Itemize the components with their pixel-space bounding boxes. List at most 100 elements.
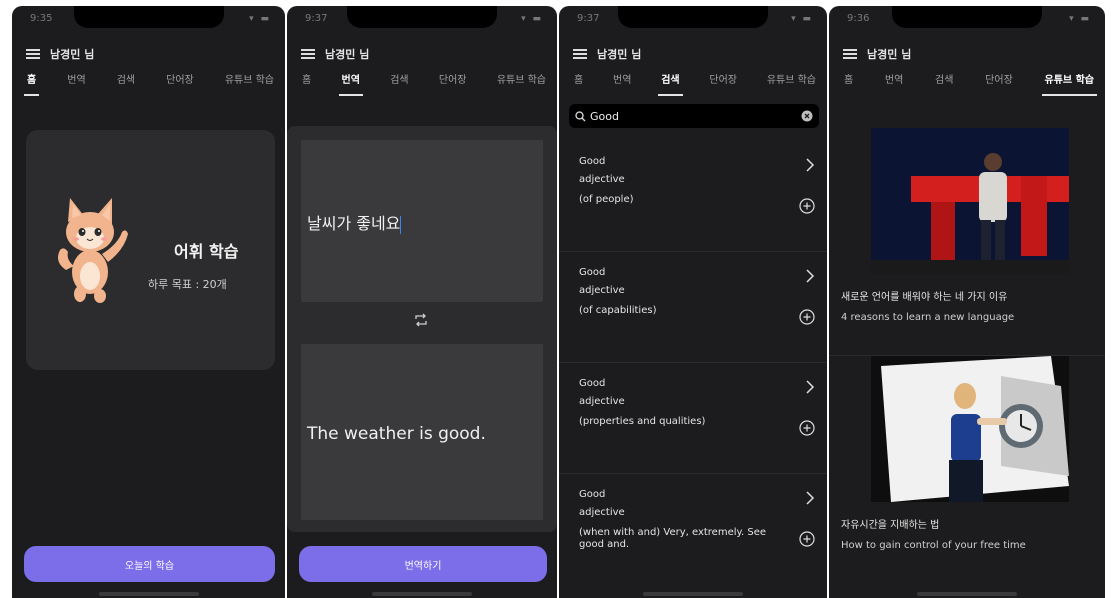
tab-home[interactable]: 홈: [299, 74, 314, 96]
translate-screen: 9:37 ▾ ▬ 남경민 님 홈 번역 검색 단어장 유튜브 학습 날씨가 좋네…: [287, 6, 557, 598]
chevron-right-icon[interactable]: [805, 269, 815, 283]
tab-youtube[interactable]: 유튜브 학습: [494, 74, 549, 96]
search-result-item[interactable]: Good adjective (of capabilities): [559, 253, 827, 363]
menu-icon[interactable]: [301, 49, 315, 59]
video-card[interactable]: 새로운 언어를 배워야 하는 네 가지 이유 4 reasons to lear…: [829, 128, 1105, 356]
tab-home[interactable]: 홈: [571, 74, 586, 96]
video-thumbnail[interactable]: [871, 128, 1069, 274]
tab-search[interactable]: 검색: [387, 74, 411, 96]
result-word: Good: [579, 378, 606, 389]
home-indicator: [643, 592, 743, 596]
search-screen: 9:37 ▾ ▬ 남경민 님 홈 번역 검색 단어장 유튜브 학습 Good G…: [559, 6, 827, 598]
result-part-of-speech: adjective: [579, 285, 625, 296]
add-word-icon[interactable]: [799, 531, 815, 547]
source-text: 날씨가 좋네요: [307, 214, 402, 234]
status-time: 9:37: [305, 13, 328, 24]
tab-translate[interactable]: 번역: [610, 74, 634, 96]
user-name: 남경민 님: [597, 48, 642, 61]
status-icons: ▾ ▬: [521, 14, 543, 24]
status-time: 9:37: [577, 13, 600, 24]
text-cursor: [400, 215, 402, 234]
menu-icon[interactable]: [26, 49, 40, 59]
result-definition: (of people): [579, 194, 634, 205]
chevron-right-icon[interactable]: [805, 380, 815, 394]
result-part-of-speech: adjective: [579, 174, 625, 185]
chevron-right-icon[interactable]: [805, 158, 815, 172]
tab-translate[interactable]: 번역: [338, 74, 364, 96]
translate-panel: 날씨가 좋네요 The weather is good.: [287, 126, 557, 532]
result-definition: (when with and) Very, extremely. See goo…: [579, 527, 767, 550]
tab-wordbook[interactable]: 단어장: [706, 74, 740, 96]
result-definition: (of capabilities): [579, 305, 657, 316]
status-icons: ▾ ▬: [249, 14, 271, 24]
tab-youtube[interactable]: 유튜브 학습: [764, 74, 819, 96]
tab-search[interactable]: 검색: [932, 74, 956, 96]
tab-search[interactable]: 검색: [114, 74, 138, 96]
swap-languages-icon[interactable]: [413, 312, 429, 328]
tab-bar: 홈 번역 검색 단어장 유튜브 학습: [24, 74, 277, 104]
device-notch: [618, 6, 768, 28]
app-header: 남경민 님: [26, 44, 275, 64]
cat-mascot-illustration: [58, 198, 128, 303]
result-part-of-speech: adjective: [579, 396, 625, 407]
vocab-study-card[interactable]: 어휘 학습 하루 목표 : 20개: [26, 130, 275, 370]
device-notch: [347, 6, 497, 28]
home-indicator: [372, 592, 472, 596]
search-bar[interactable]: Good: [569, 104, 819, 128]
add-word-icon[interactable]: [799, 198, 815, 214]
status-time: 9:35: [30, 13, 53, 24]
video-card[interactable]: 자유시간을 지배하는 법 How to gain control of your…: [829, 356, 1105, 584]
daily-goal-text: 하루 목표 : 20개: [148, 278, 227, 291]
tab-search[interactable]: 검색: [658, 74, 684, 96]
result-word: Good: [579, 156, 606, 167]
menu-icon[interactable]: [843, 49, 857, 59]
add-word-icon[interactable]: [799, 420, 815, 436]
tab-youtube[interactable]: 유튜브 학습: [222, 74, 277, 96]
device-notch: [73, 6, 224, 28]
search-icon: [575, 110, 586, 121]
video-subtitle: 4 reasons to learn a new language: [841, 312, 1015, 323]
today-study-button[interactable]: 오늘의 학습: [24, 546, 275, 582]
result-word: Good: [579, 267, 606, 278]
status-time: 9:36: [847, 13, 870, 24]
vocab-card-title: 어휘 학습: [174, 242, 239, 261]
app-header: 남경민 님: [573, 44, 817, 64]
add-word-icon[interactable]: [799, 309, 815, 325]
result-part-of-speech: adjective: [579, 507, 625, 518]
app-header: 남경민 님: [843, 44, 1095, 64]
video-title: 자유시간을 지배하는 법: [841, 520, 940, 531]
user-name: 남경민 님: [867, 48, 912, 61]
tab-home[interactable]: 홈: [841, 74, 856, 96]
video-title: 새로운 언어를 배워야 하는 네 가지 이유: [841, 292, 1008, 303]
tab-wordbook[interactable]: 단어장: [982, 74, 1016, 96]
video-subtitle: How to gain control of your free time: [841, 540, 1026, 551]
tab-home[interactable]: 홈: [24, 74, 40, 96]
tab-wordbook[interactable]: 단어장: [163, 74, 197, 96]
video-thumbnail[interactable]: [871, 356, 1069, 502]
tab-translate[interactable]: 번역: [882, 74, 906, 96]
tab-wordbook[interactable]: 단어장: [436, 74, 470, 96]
app-header: 남경민 님: [301, 44, 547, 64]
tab-bar: 홈 번역 검색 단어장 유튜브 학습: [571, 74, 819, 104]
search-result-item[interactable]: Good adjective (when with and) Very, ext…: [559, 475, 827, 585]
tab-youtube[interactable]: 유튜브 학습: [1041, 74, 1098, 96]
search-result-item[interactable]: Good adjective (properties and qualities…: [559, 364, 827, 474]
chevron-right-icon[interactable]: [805, 491, 815, 505]
clear-search-icon[interactable]: [801, 110, 813, 122]
translated-text: The weather is good.: [307, 424, 486, 444]
home-indicator: [917, 592, 1017, 596]
search-result-item[interactable]: Good adjective (of people): [559, 142, 827, 252]
status-icons: ▾ ▬: [791, 14, 813, 24]
user-name: 남경민 님: [50, 48, 95, 61]
user-name: 남경민 님: [325, 48, 370, 61]
search-input[interactable]: Good: [590, 110, 801, 123]
menu-icon[interactable]: [573, 49, 587, 59]
home-indicator: [98, 592, 199, 596]
home-screen: 9:35 ▾ ▬ 남경민 님 홈 번역 검색 단어장 유튜브 학습 어휘 학습 …: [12, 6, 285, 598]
translated-text-field: The weather is good.: [301, 344, 543, 520]
source-text-field[interactable]: 날씨가 좋네요: [301, 140, 543, 302]
translate-button[interactable]: 번역하기: [299, 546, 547, 582]
tab-bar: 홈 번역 검색 단어장 유튜브 학습: [299, 74, 549, 104]
tab-translate[interactable]: 번역: [64, 74, 88, 96]
result-word: Good: [579, 489, 606, 500]
